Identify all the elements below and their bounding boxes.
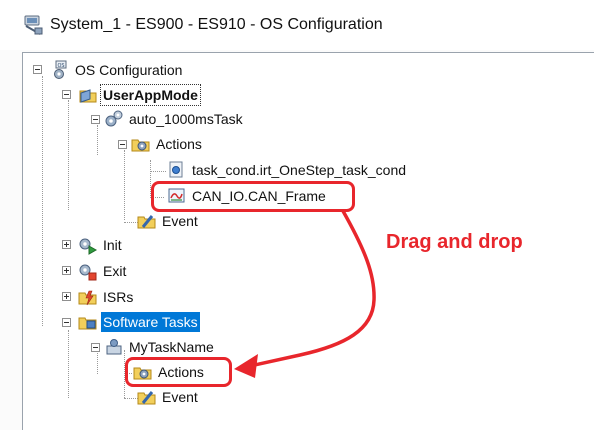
tree-node-actions[interactable]: Actions bbox=[131, 134, 204, 154]
tree-node-label: Event bbox=[162, 213, 198, 229]
tree-line bbox=[150, 171, 166, 172]
os-configuration-window: System_1 - ES900 - ES910 - OS Configurat… bbox=[0, 0, 594, 430]
collapse-toggle[interactable] bbox=[62, 318, 71, 327]
task-person-icon bbox=[106, 339, 122, 355]
tree-node-my-task-event[interactable]: Event bbox=[137, 387, 200, 407]
tree-node-exit[interactable]: Exit bbox=[78, 261, 128, 281]
target-highlight-box bbox=[125, 357, 232, 387]
tree-node-label: Software Tasks bbox=[101, 312, 200, 332]
os-configuration-icon: OS bbox=[54, 60, 67, 79]
expand-toggle[interactable] bbox=[62, 292, 71, 301]
folder-actions-icon bbox=[131, 139, 150, 152]
collapse-toggle[interactable] bbox=[91, 343, 100, 352]
tree-line bbox=[68, 330, 69, 398]
tree-node-auto-task[interactable]: auto_1000msTask bbox=[104, 109, 245, 129]
exit-gears-icon bbox=[79, 264, 97, 281]
tree-node-label: Exit bbox=[103, 263, 127, 279]
tree-node-my-task[interactable]: MyTaskName bbox=[104, 337, 216, 357]
tree-node-label: task_cond.irt_OneStep_task_cond bbox=[192, 162, 407, 178]
drag-and-drop-annotation: Drag and drop bbox=[386, 231, 523, 253]
collapse-toggle[interactable] bbox=[33, 65, 42, 74]
tree-node-label: UserAppMode bbox=[100, 84, 201, 106]
collapse-toggle[interactable] bbox=[118, 140, 127, 149]
tree-line bbox=[124, 150, 125, 220]
title-bar: System_1 - ES900 - ES910 - OS Configurat… bbox=[0, 0, 594, 50]
collapse-toggle[interactable] bbox=[91, 115, 100, 124]
tree-node-label: auto_1000msTask bbox=[129, 111, 243, 127]
tree-line bbox=[68, 100, 69, 210]
tree-line bbox=[124, 398, 138, 399]
tree-node-label: Event bbox=[162, 389, 198, 405]
software-tasks-folder-icon bbox=[78, 317, 97, 330]
tree-node-label: Actions bbox=[156, 136, 202, 152]
tree-node-isrs[interactable]: ISRs bbox=[78, 287, 135, 307]
folder-event-icon bbox=[137, 391, 156, 405]
tree-node-os-configuration[interactable]: OS OS Configuration bbox=[50, 60, 184, 80]
tree-node-event[interactable]: Event bbox=[137, 211, 200, 231]
expand-toggle[interactable] bbox=[62, 266, 71, 275]
folder-event-icon bbox=[137, 215, 156, 229]
source-highlight-box bbox=[151, 181, 355, 212]
isrs-folder-icon bbox=[78, 290, 97, 306]
tree-node-software-tasks[interactable]: Software Tasks bbox=[78, 312, 200, 332]
tree-line bbox=[124, 222, 138, 223]
tree-node-label: OS Configuration bbox=[75, 62, 183, 78]
network-plug-icon bbox=[24, 15, 43, 35]
tree-line bbox=[97, 125, 98, 155]
tree-line bbox=[42, 76, 43, 326]
tree-node-label: MyTaskName bbox=[129, 339, 214, 355]
tree-node-label: Init bbox=[103, 237, 122, 253]
tree-node-init[interactable]: Init bbox=[78, 235, 124, 255]
expand-toggle[interactable] bbox=[62, 240, 71, 249]
window-title: System_1 - ES900 - ES910 - OS Configurat… bbox=[50, 16, 383, 33]
svg-text:OS: OS bbox=[58, 63, 65, 69]
init-gears-icon bbox=[79, 238, 98, 255]
tree-node-label: ISRs bbox=[103, 289, 134, 305]
collapse-toggle[interactable] bbox=[62, 90, 71, 99]
tree-node-user-app-mode[interactable]: UserAppMode bbox=[78, 84, 201, 106]
folder-mode-icon bbox=[79, 89, 97, 103]
task-gears-icon bbox=[105, 110, 123, 127]
condition-icon bbox=[169, 161, 183, 178]
tree-node-action-item[interactable]: task_cond.irt_OneStep_task_cond bbox=[167, 160, 408, 180]
